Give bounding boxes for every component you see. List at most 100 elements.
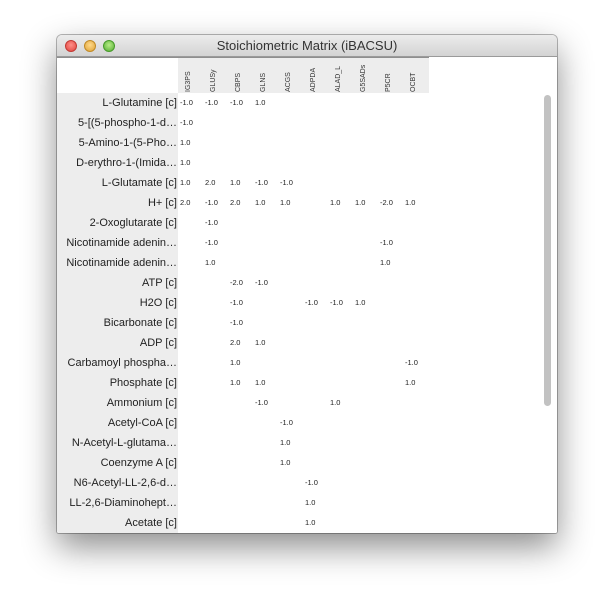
matrix-cell[interactable]: -2.0 xyxy=(378,193,403,213)
matrix-cell[interactable]: 2.0 xyxy=(178,193,203,213)
matrix-cell[interactable] xyxy=(178,333,203,353)
matrix-cell[interactable] xyxy=(203,393,228,413)
matrix-cell[interactable] xyxy=(378,273,403,293)
matrix-cell[interactable] xyxy=(403,493,428,513)
matrix-cell[interactable] xyxy=(403,273,428,293)
matrix-cell[interactable] xyxy=(178,273,203,293)
matrix-cell[interactable] xyxy=(303,253,328,273)
matrix-cell[interactable] xyxy=(328,93,353,113)
matrix-cell[interactable] xyxy=(253,133,278,153)
matrix-cell[interactable] xyxy=(353,353,378,373)
matrix-cell[interactable]: -1.0 xyxy=(278,413,303,433)
matrix-cell[interactable] xyxy=(178,213,203,233)
matrix-cell[interactable]: -2.0 xyxy=(228,273,253,293)
matrix-cell[interactable] xyxy=(378,353,403,373)
matrix-cell[interactable] xyxy=(303,193,328,213)
matrix-cell[interactable] xyxy=(353,273,378,293)
matrix-cell[interactable]: -1.0 xyxy=(178,113,203,133)
matrix-cell[interactable] xyxy=(228,453,253,473)
matrix-cell[interactable] xyxy=(228,413,253,433)
matrix-cell[interactable] xyxy=(378,493,403,513)
matrix-cell[interactable] xyxy=(278,333,303,353)
matrix-cell[interactable] xyxy=(178,393,203,413)
matrix-cell[interactable] xyxy=(403,233,428,253)
matrix-cell[interactable]: 2.0 xyxy=(228,193,253,213)
matrix-cell[interactable] xyxy=(303,413,328,433)
matrix-cell[interactable] xyxy=(203,473,228,493)
matrix-cell[interactable] xyxy=(353,313,378,333)
matrix-cell[interactable] xyxy=(278,253,303,273)
matrix-cell[interactable] xyxy=(353,513,378,533)
matrix-cell[interactable] xyxy=(303,133,328,153)
column-header-cell[interactable]: GLNS xyxy=(253,58,278,94)
matrix-cell[interactable] xyxy=(178,233,203,253)
matrix-cell[interactable] xyxy=(228,493,253,513)
matrix-cell[interactable] xyxy=(203,113,228,133)
matrix-cell[interactable] xyxy=(253,413,278,433)
matrix-cell[interactable] xyxy=(203,413,228,433)
matrix-cell[interactable] xyxy=(328,233,353,253)
matrix-cell[interactable] xyxy=(403,153,428,173)
matrix-cell[interactable]: -1.0 xyxy=(203,193,228,213)
matrix-cell[interactable] xyxy=(378,433,403,453)
matrix-cell[interactable] xyxy=(328,213,353,233)
matrix-cell[interactable] xyxy=(328,493,353,513)
scrollbar-thumb[interactable] xyxy=(544,95,551,406)
matrix-cell[interactable] xyxy=(353,393,378,413)
matrix-cell[interactable] xyxy=(203,293,228,313)
matrix-cell[interactable] xyxy=(253,453,278,473)
column-header-cell[interactable]: OCBT xyxy=(403,58,428,94)
matrix-cell[interactable]: 1.0 xyxy=(178,133,203,153)
column-header-cell[interactable]: G5SADs xyxy=(353,58,378,94)
matrix-cell[interactable] xyxy=(328,373,353,393)
column-header-cell[interactable]: ALAD_L xyxy=(328,58,353,94)
matrix-cell[interactable] xyxy=(353,173,378,193)
matrix-cell[interactable] xyxy=(278,233,303,253)
matrix-cell[interactable] xyxy=(228,133,253,153)
matrix-cell[interactable]: 1.0 xyxy=(253,193,278,213)
matrix-cell[interactable] xyxy=(228,433,253,453)
matrix-cell[interactable] xyxy=(353,493,378,513)
matrix-cell[interactable] xyxy=(278,213,303,233)
title-bar[interactable]: Stoichiometric Matrix (iBACSU) xyxy=(57,35,557,57)
matrix-cell[interactable] xyxy=(328,313,353,333)
matrix-cell[interactable]: 1.0 xyxy=(328,193,353,213)
matrix-cell[interactable]: 1.0 xyxy=(278,193,303,213)
matrix-cell[interactable] xyxy=(203,273,228,293)
matrix-cell[interactable] xyxy=(253,513,278,533)
matrix-cell[interactable]: 1.0 xyxy=(228,373,253,393)
matrix-cell[interactable] xyxy=(403,213,428,233)
matrix-cell[interactable] xyxy=(228,253,253,273)
matrix-cell[interactable]: -1.0 xyxy=(203,93,228,113)
matrix-cell[interactable] xyxy=(328,353,353,373)
matrix-cell[interactable]: 1.0 xyxy=(278,433,303,453)
matrix-cell[interactable] xyxy=(378,413,403,433)
column-header-cell[interactable]: ADPDA xyxy=(303,58,328,94)
matrix-cell[interactable] xyxy=(303,433,328,453)
matrix-cell[interactable] xyxy=(228,233,253,253)
matrix-cell[interactable]: 1.0 xyxy=(178,153,203,173)
matrix-cell[interactable] xyxy=(303,93,328,113)
matrix-cell[interactable] xyxy=(253,253,278,273)
matrix-cell[interactable] xyxy=(278,153,303,173)
matrix-cell[interactable]: 2.0 xyxy=(228,333,253,353)
matrix-cell[interactable] xyxy=(328,273,353,293)
matrix-cell[interactable]: 1.0 xyxy=(228,353,253,373)
matrix-cell[interactable]: 1.0 xyxy=(203,253,228,273)
matrix-cell[interactable]: -1.0 xyxy=(303,473,328,493)
matrix-cell[interactable] xyxy=(278,133,303,153)
matrix-cell[interactable] xyxy=(403,433,428,453)
matrix-cell[interactable] xyxy=(178,373,203,393)
column-header-cell[interactable]: GLUSy xyxy=(203,58,228,94)
matrix-cell[interactable] xyxy=(353,153,378,173)
matrix-cell[interactable]: 1.0 xyxy=(253,93,278,113)
matrix-cell[interactable]: -1.0 xyxy=(228,293,253,313)
matrix-cell[interactable] xyxy=(378,313,403,333)
matrix-cell[interactable] xyxy=(378,153,403,173)
matrix-cell[interactable] xyxy=(203,353,228,373)
matrix-cell[interactable] xyxy=(378,373,403,393)
column-header-cell[interactable]: P5CR xyxy=(378,58,403,94)
matrix-cell[interactable] xyxy=(228,153,253,173)
matrix-cell[interactable] xyxy=(253,113,278,133)
matrix-cell[interactable]: 1.0 xyxy=(353,193,378,213)
